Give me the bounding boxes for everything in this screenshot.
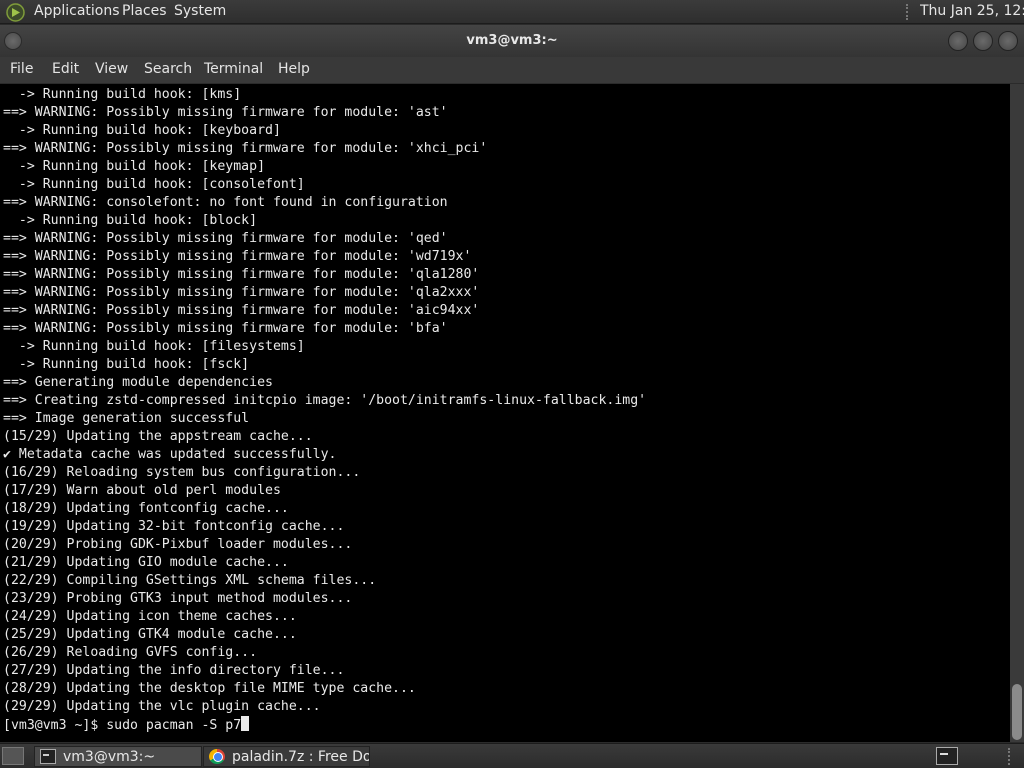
terminal-line: -> Running build hook: [fsck] <box>3 357 250 372</box>
shell-prompt: [vm3@vm3 ~]$ <box>3 718 107 733</box>
terminal-line: (24/29) Updating icon theme caches... <box>3 609 297 624</box>
terminal-line: (17/29) Warn about old perl modules <box>3 483 281 498</box>
terminal-line: -> Running build hook: [keyboard] <box>3 123 281 138</box>
window-title: vm3@vm3:~ <box>466 33 558 48</box>
terminal-line: (23/29) Probing GTK3 input method module… <box>3 591 353 606</box>
panel-separator <box>906 4 912 20</box>
clock[interactable]: Thu Jan 25, 12:07 <box>920 3 1024 19</box>
menu-system[interactable]: System <box>174 3 226 19</box>
terminal-line: ==> Generating module dependencies <box>3 375 273 390</box>
taskbar-item-label: paladin.7z : Free Do... <box>232 749 370 765</box>
chrome-icon <box>209 749 225 764</box>
terminal-line: (29/29) Updating the vlc plugin cache... <box>3 699 321 714</box>
terminal-tray-icon[interactable] <box>936 747 958 765</box>
terminal-line: ==> WARNING: Possibly missing firmware f… <box>3 231 448 246</box>
terminal-line: -> Running build hook: [block] <box>3 213 258 228</box>
menu-help[interactable]: Help <box>278 61 310 77</box>
terminal-line: ==> WARNING: consolefont: no font found … <box>3 195 448 210</box>
terminal-line: -> Running build hook: [keymap] <box>3 159 266 174</box>
terminal-line: ==> Creating zstd-compressed initcpio im… <box>3 393 647 408</box>
terminal-prompt-line[interactable]: [vm3@vm3 ~]$ sudo pacman -S p7 <box>3 716 646 734</box>
terminal-line: ==> WARNING: Possibly missing firmware f… <box>3 303 480 318</box>
menu-edit[interactable]: Edit <box>52 61 79 77</box>
terminal-line: ==> Image generation successful <box>3 411 250 426</box>
taskbar-item-browser[interactable]: paladin.7z : Free Do... <box>203 746 370 767</box>
terminal-line: (27/29) Updating the info directory file… <box>3 663 345 678</box>
terminal-line: ==> WARNING: Possibly missing firmware f… <box>3 321 448 336</box>
close-button[interactable] <box>998 31 1018 51</box>
taskbar-item-terminal[interactable]: vm3@vm3:~ <box>34 746 202 767</box>
terminal-line: ==> WARNING: Possibly missing firmware f… <box>3 249 472 264</box>
terminal-line: -> Running build hook: [consolefont] <box>3 177 305 192</box>
window-title-bar[interactable]: vm3@vm3:~ <box>0 25 1024 57</box>
terminal-scrollbar[interactable] <box>1010 84 1024 742</box>
applications-logo-icon[interactable] <box>6 3 25 22</box>
menu-view[interactable]: View <box>95 61 128 77</box>
menu-places[interactable]: Places <box>122 3 167 19</box>
terminal-line: (20/29) Probing GDK-Pixbuf loader module… <box>3 537 353 552</box>
bottom-panel: vm3@vm3:~ paladin.7z : Free Do... <box>0 743 1024 768</box>
terminal-line: ==> WARNING: Possibly missing firmware f… <box>3 267 480 282</box>
terminal-line: (19/29) Updating 32-bit fontconfig cache… <box>3 519 345 534</box>
terminal-line: -> Running build hook: [filesystems] <box>3 339 305 354</box>
minimize-button[interactable] <box>948 31 968 51</box>
menu-terminal[interactable]: Terminal <box>204 61 263 77</box>
menu-applications[interactable]: Applications <box>34 3 120 19</box>
taskbar-item-label: vm3@vm3:~ <box>63 749 156 765</box>
terminal-line: (25/29) Updating GTK4 module cache... <box>3 627 297 642</box>
terminal-line: (26/29) Reloading GVFS config... <box>3 645 258 660</box>
terminal-line: (16/29) Reloading system bus configurati… <box>3 465 361 480</box>
terminal-line: (28/29) Updating the desktop file MIME t… <box>3 681 416 696</box>
terminal-line: ==> WARNING: Possibly missing firmware f… <box>3 141 488 156</box>
scrollbar-thumb[interactable] <box>1012 684 1022 740</box>
terminal-line: ==> WARNING: Possibly missing firmware f… <box>3 105 448 120</box>
terminal-line: (18/29) Updating fontconfig cache... <box>3 501 289 516</box>
panel-separator <box>1008 748 1014 765</box>
terminal-menubar: File Edit View Search Terminal Help <box>0 57 1024 83</box>
top-panel: Applications Places System Thu Jan 25, 1… <box>0 0 1024 24</box>
menu-file[interactable]: File <box>10 61 33 77</box>
command-input[interactable]: sudo pacman -S p7 <box>106 718 241 733</box>
show-desktop-icon[interactable] <box>2 747 24 765</box>
terminal-lines: -> Running build hook: [kms] ==> WARNING:… <box>3 86 646 734</box>
terminal-line: ==> WARNING: Possibly missing firmware f… <box>3 285 480 300</box>
text-cursor <box>241 716 250 731</box>
terminal-icon <box>40 749 56 764</box>
terminal-output[interactable]: -> Running build hook: [kms] ==> WARNING:… <box>0 84 1010 742</box>
terminal-line: (22/29) Compiling GSettings XML schema f… <box>3 573 377 588</box>
maximize-button[interactable] <box>973 31 993 51</box>
terminal-line: (21/29) Updating GIO module cache... <box>3 555 289 570</box>
terminal-line: ✔ Metadata cache was updated successfull… <box>3 447 337 462</box>
terminal-line: -> Running build hook: [kms] <box>3 87 242 102</box>
terminal-line: (15/29) Updating the appstream cache... <box>3 429 313 444</box>
menu-search[interactable]: Search <box>144 61 192 77</box>
